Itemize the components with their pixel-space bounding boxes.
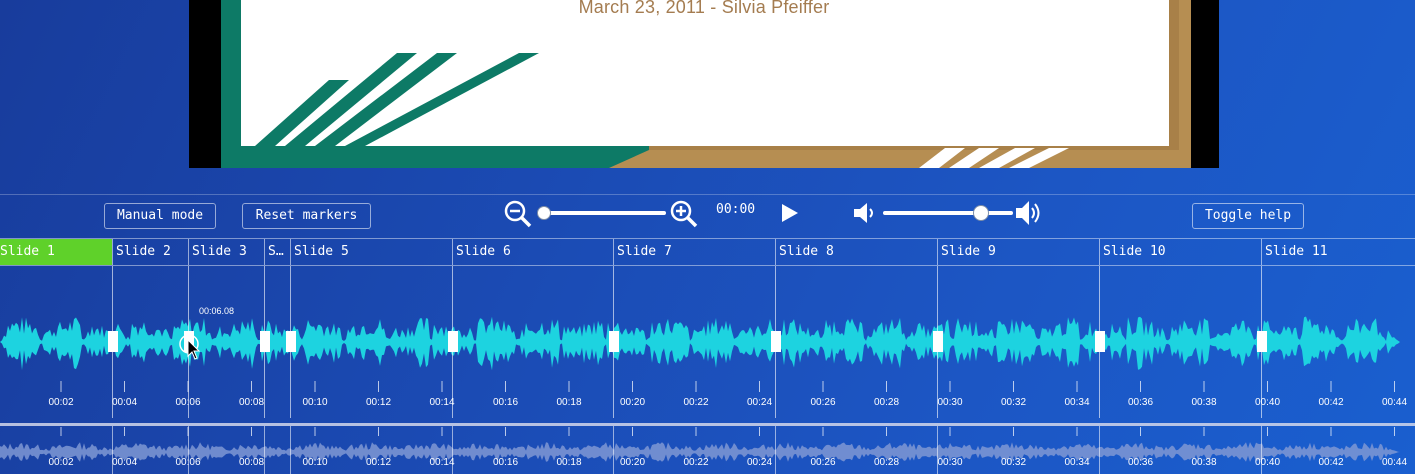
overview-tick-label: 00:22	[683, 457, 708, 468]
marker-handle	[1257, 331, 1267, 352]
overview-tick-label: 00:14	[429, 457, 454, 468]
slide-marker-6[interactable]: Slide 6	[452, 239, 613, 265]
marker-handle	[260, 331, 270, 352]
time-tick-label: 00:40	[1255, 397, 1280, 408]
slide-subtitle: March 23, 2011 - Silvia Pfeiffer	[578, 0, 830, 17]
current-time: 00:00	[716, 202, 756, 217]
overview-tick-label: 00:10	[302, 457, 327, 468]
slide-marker-8[interactable]: Slide 8	[775, 239, 937, 265]
time-tick-label: 00:04	[112, 397, 137, 408]
volume-low-icon[interactable]	[852, 201, 878, 225]
slide-marker-4[interactable]: Slide 4	[264, 239, 290, 265]
overview-tick-label: 00:12	[366, 457, 391, 468]
zoom-slider[interactable]	[540, 211, 666, 215]
time-tick-label: 00:16	[493, 397, 518, 408]
overview-tick-label: 00:20	[620, 457, 645, 468]
marker-handle	[108, 331, 118, 352]
divider	[0, 194, 1415, 195]
overview-tick-label: 00:06	[175, 457, 200, 468]
marker-handle	[933, 331, 943, 352]
video-player[interactable]: March 23, 2011 - Silvia Pfeiffer	[189, 0, 1219, 168]
slide-marker-9[interactable]: Slide 9	[937, 239, 1099, 265]
marker-handle	[286, 331, 296, 352]
time-tick-label: 00:44	[1382, 397, 1407, 408]
time-tick-label: 00:02	[48, 397, 73, 408]
time-tick-label: 00:18	[556, 397, 581, 408]
play-icon[interactable]	[780, 203, 800, 223]
slide-marker-1[interactable]: Slide 1	[0, 239, 112, 265]
overview-tick-label: 00:44	[1382, 457, 1407, 468]
marker-handle	[448, 331, 458, 352]
time-tick-label: 00:06	[175, 397, 200, 408]
time-tick-label: 00:26	[810, 397, 835, 408]
overview-tick-label: 00:08	[239, 457, 264, 468]
overview-tick-label: 00:04	[112, 457, 137, 468]
time-tick-label: 00:08	[239, 397, 264, 408]
reset-markers-button[interactable]: Reset markers	[242, 203, 371, 229]
overview-tick-label: 00:02	[48, 457, 73, 468]
marker-handle	[1095, 331, 1105, 352]
zoom-in-icon[interactable]	[669, 199, 699, 229]
volume-slider[interactable]	[883, 211, 1013, 215]
manual-mode-button[interactable]: Manual mode	[104, 203, 216, 229]
time-tick-label: 00:28	[874, 397, 899, 408]
overview-tick-label: 00:38	[1191, 457, 1216, 468]
time-tick-label: 00:10	[302, 397, 327, 408]
overview-tick-label: 00:26	[810, 457, 835, 468]
time-tick-label: 00:30	[937, 397, 962, 408]
overview-tick-label: 00:42	[1318, 457, 1343, 468]
time-tick-label: 00:22	[683, 397, 708, 408]
slide-marker-11[interactable]: Slide 11	[1261, 239, 1415, 265]
overview-tick-label: 00:28	[874, 457, 899, 468]
mouse-cursor	[179, 334, 201, 360]
slide-marker-10[interactable]: Slide 10	[1099, 239, 1261, 265]
volume-slider-knob[interactable]	[973, 205, 989, 221]
time-tick-label: 00:32	[1001, 397, 1026, 408]
overview-tick-label: 00:24	[747, 457, 772, 468]
overview-tick-label: 00:16	[493, 457, 518, 468]
overview-tick-label: 00:18	[556, 457, 581, 468]
zoom-out-icon[interactable]	[503, 199, 533, 229]
toggle-help-button[interactable]: Toggle help	[1192, 203, 1304, 229]
time-tick-label: 00:34	[1064, 397, 1089, 408]
slide-marker-5[interactable]: Slide 5	[290, 239, 452, 265]
marker-handle	[771, 331, 781, 352]
time-tick-label: 00:20	[620, 397, 645, 408]
overview-tick-label: 00:32	[1001, 457, 1026, 468]
time-tick-label: 00:14	[429, 397, 454, 408]
overview-tick-label: 00:36	[1128, 457, 1153, 468]
waveform-shape	[0, 316, 1400, 371]
slide-marker-bar[interactable]: Slide 1Slide 2Slide 3Slide 4Slide 5Slide…	[0, 238, 1415, 266]
time-tick-label: 00:36	[1128, 397, 1153, 408]
slide-marker-3[interactable]: Slide 3	[188, 239, 264, 265]
overview-tick-label: 00:30	[937, 457, 962, 468]
time-tick-label: 00:42	[1318, 397, 1343, 408]
time-tick-label: 00:24	[747, 397, 772, 408]
slide-image	[221, 0, 1191, 168]
slide-marker-2[interactable]: Slide 2	[112, 239, 188, 265]
waveform[interactable]: 00:02 00:04 00:06 00:08 00:10 00:12 00:14 00:16…	[0, 266, 1415, 423]
marker-handle	[609, 331, 619, 352]
overview-waveform[interactable]: 00:02 00:04 00:06 00:08 00:10 00:12 00:14 00:16…	[0, 426, 1415, 474]
overview-tick-label: 00:40	[1255, 457, 1280, 468]
hover-time: 00:06.08	[199, 306, 235, 316]
time-tick-label: 00:12	[366, 397, 391, 408]
volume-high-icon[interactable]	[1014, 199, 1046, 227]
zoom-slider-knob[interactable]	[537, 206, 551, 220]
overview-tick-label: 00:34	[1064, 457, 1089, 468]
slide-marker-7[interactable]: Slide 7	[613, 239, 775, 265]
time-tick-label: 00:38	[1191, 397, 1216, 408]
